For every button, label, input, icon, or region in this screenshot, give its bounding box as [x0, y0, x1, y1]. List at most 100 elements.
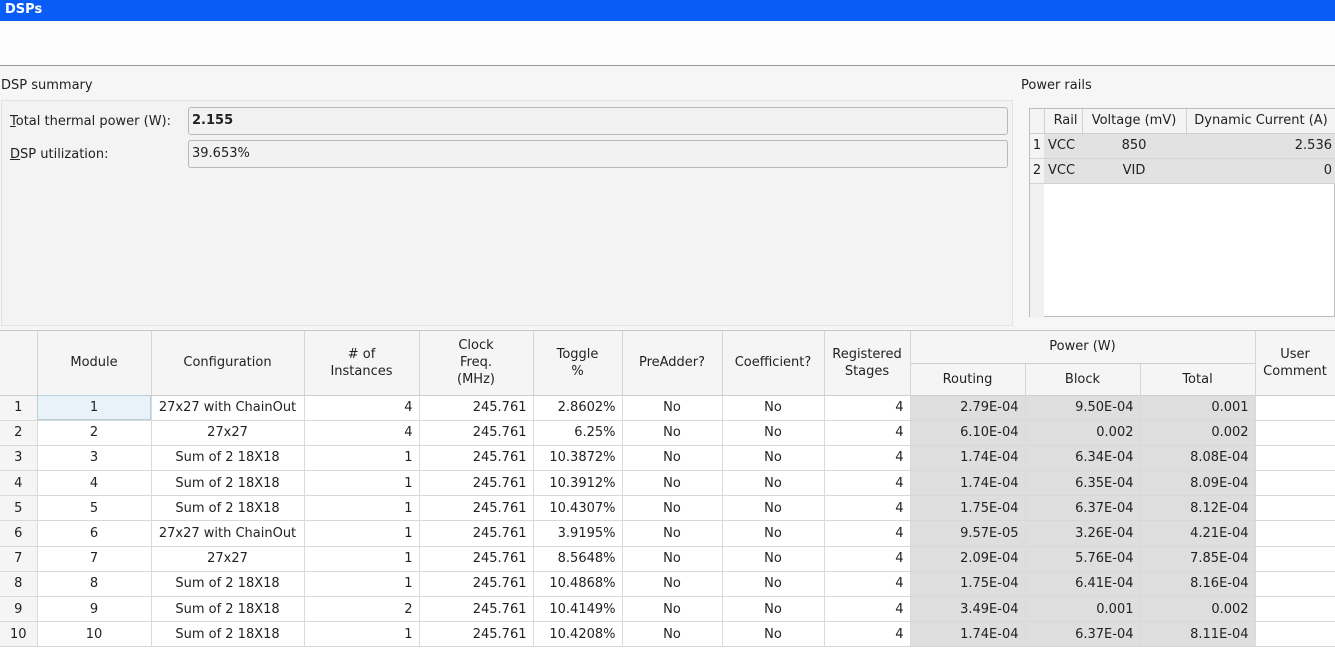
registered-stages-cell[interactable]: 4	[824, 420, 911, 446]
toggle-cell[interactable]: 10.4307%	[533, 495, 623, 522]
clock-cell[interactable]: 245.761	[419, 395, 534, 421]
routing-power-cell[interactable]: 3.49E-04	[910, 596, 1026, 623]
table-row[interactable]: 9 9 Sum of 2 18X18 2 245.761 10.4149% No No 4 3.4…	[0, 596, 1335, 623]
routing-power-cell[interactable]: 2.79E-04	[910, 395, 1026, 421]
user-comment-cell[interactable]	[1255, 470, 1335, 497]
toggle-cell[interactable]: 10.3872%	[533, 445, 623, 472]
clock-cell[interactable]: 245.761	[419, 621, 534, 648]
preadder-cell[interactable]: No	[622, 445, 723, 472]
toggle-cell[interactable]: 10.4868%	[533, 571, 623, 598]
module-cell[interactable]: 7	[37, 546, 152, 572]
routing-power-cell[interactable]: 6.10E-04	[910, 420, 1026, 446]
block-power-cell[interactable]: 3.26E-04	[1025, 520, 1141, 547]
total-power-cell[interactable]: 8.09E-04	[1140, 470, 1256, 497]
user-comment-cell[interactable]	[1255, 445, 1335, 472]
toggle-header[interactable]: Toggle %	[533, 331, 623, 396]
block-power-cell[interactable]: 5.76E-04	[1025, 546, 1141, 572]
module-cell[interactable]: 1	[37, 395, 152, 421]
user-comment-cell[interactable]	[1255, 546, 1335, 572]
toggle-cell[interactable]: 2.8602%	[533, 395, 623, 421]
toggle-cell[interactable]: 6.25%	[533, 420, 623, 446]
block-power-cell[interactable]: 0.002	[1025, 420, 1141, 446]
configuration-cell[interactable]: Sum of 2 18X18	[151, 571, 305, 598]
registered-stages-cell[interactable]: 4	[824, 520, 911, 547]
instances-cell[interactable]: 4	[304, 395, 420, 421]
total-header[interactable]: Total	[1140, 363, 1256, 396]
configuration-cell[interactable]: Sum of 2 18X18	[151, 470, 305, 497]
registered-stages-header[interactable]: Registered Stages	[824, 331, 911, 396]
total-power-cell[interactable]: 0.002	[1140, 596, 1256, 623]
registered-stages-cell[interactable]: 4	[824, 395, 911, 421]
clock-cell[interactable]: 245.761	[419, 495, 534, 522]
block-power-cell[interactable]: 6.37E-04	[1025, 495, 1141, 522]
clock-cell[interactable]: 245.761	[419, 470, 534, 497]
thermal-power-field[interactable]: 2.155	[188, 107, 1008, 135]
clock-header[interactable]: Clock Freq. (MHz)	[419, 331, 534, 396]
coefficient-cell[interactable]: No	[722, 596, 825, 623]
registered-stages-cell[interactable]: 4	[824, 621, 911, 648]
coefficient-cell[interactable]: No	[722, 546, 825, 572]
instances-cell[interactable]: 1	[304, 445, 420, 472]
toggle-cell[interactable]: 10.3912%	[533, 470, 623, 497]
block-power-cell[interactable]: 9.50E-04	[1025, 395, 1141, 421]
total-power-cell[interactable]: 4.21E-04	[1140, 520, 1256, 547]
module-cell[interactable]: 10	[37, 621, 152, 648]
preadder-cell[interactable]: No	[622, 470, 723, 497]
registered-stages-cell[interactable]: 4	[824, 596, 911, 623]
coefficient-cell[interactable]: No	[722, 470, 825, 497]
user-comment-cell[interactable]	[1255, 520, 1335, 547]
registered-stages-cell[interactable]: 4	[824, 495, 911, 522]
rail-cell[interactable]: VCC	[1044, 158, 1082, 184]
module-cell[interactable]: 6	[37, 520, 152, 547]
routing-power-cell[interactable]: 1.74E-04	[910, 470, 1026, 497]
block-power-cell[interactable]: 6.41E-04	[1025, 571, 1141, 598]
block-header[interactable]: Block	[1025, 363, 1141, 396]
preadder-cell[interactable]: No	[622, 520, 723, 547]
routing-header[interactable]: Routing	[910, 363, 1026, 396]
voltage-cell[interactable]: VID	[1082, 158, 1186, 184]
total-power-cell[interactable]: 8.11E-04	[1140, 621, 1256, 648]
user-comment-header[interactable]: User Comment	[1255, 331, 1335, 396]
coefficient-cell[interactable]: No	[722, 621, 825, 648]
configuration-header[interactable]: Configuration	[151, 331, 305, 396]
rail-column-header[interactable]: Rail	[1044, 109, 1083, 134]
instances-cell[interactable]: 4	[304, 420, 420, 446]
table-row[interactable]: 8 8 Sum of 2 18X18 1 245.761 10.4868% No No 4 1.7…	[0, 571, 1335, 598]
table-row[interactable]: 6 6 27x27 with ChainOut 1 245.761 3.9195% No No…	[0, 520, 1335, 547]
user-comment-cell[interactable]	[1255, 571, 1335, 598]
user-comment-cell[interactable]	[1255, 495, 1335, 522]
module-cell[interactable]: 2	[37, 420, 152, 446]
configuration-cell[interactable]: Sum of 2 18X18	[151, 495, 305, 522]
instances-cell[interactable]: 1	[304, 621, 420, 648]
coefficient-cell[interactable]: No	[722, 445, 825, 472]
total-power-cell[interactable]: 0.001	[1140, 395, 1256, 421]
table-row[interactable]: 5 5 Sum of 2 18X18 1 245.761 10.4307% No No 4 1.7…	[0, 495, 1335, 522]
instances-cell[interactable]: 1	[304, 546, 420, 572]
dsp-utilization-field[interactable]: 39.653%	[188, 140, 1008, 168]
table-row[interactable]: 1 1 27x27 with ChainOut 4 245.761 2.8602% No No…	[0, 395, 1335, 421]
coefficient-header[interactable]: Coefficient?	[722, 331, 825, 396]
module-cell[interactable]: 3	[37, 445, 152, 472]
routing-power-cell[interactable]: 1.74E-04	[910, 445, 1026, 472]
user-comment-cell[interactable]	[1255, 596, 1335, 623]
clock-cell[interactable]: 245.761	[419, 420, 534, 446]
module-cell[interactable]: 9	[37, 596, 152, 623]
clock-cell[interactable]: 245.761	[419, 445, 534, 472]
current-column-header[interactable]: Dynamic Current (A)	[1186, 109, 1335, 134]
instances-cell[interactable]: 1	[304, 520, 420, 547]
module-cell[interactable]: 5	[37, 495, 152, 522]
configuration-cell[interactable]: 27x27	[151, 420, 305, 446]
block-power-cell[interactable]: 6.35E-04	[1025, 470, 1141, 497]
preadder-cell[interactable]: No	[622, 571, 723, 598]
routing-power-cell[interactable]: 1.75E-04	[910, 571, 1026, 598]
coefficient-cell[interactable]: No	[722, 495, 825, 522]
instances-cell[interactable]: 2	[304, 596, 420, 623]
routing-power-cell[interactable]: 1.74E-04	[910, 621, 1026, 648]
total-power-cell[interactable]: 0.002	[1140, 420, 1256, 446]
coefficient-cell[interactable]: No	[722, 520, 825, 547]
configuration-cell[interactable]: Sum of 2 18X18	[151, 596, 305, 623]
registered-stages-cell[interactable]: 4	[824, 571, 911, 598]
current-cell[interactable]: 2.536	[1186, 133, 1335, 159]
table-row[interactable]: 4 4 Sum of 2 18X18 1 245.761 10.3912% No No 4 1.7…	[0, 470, 1335, 497]
toggle-cell[interactable]: 8.5648%	[533, 546, 623, 572]
